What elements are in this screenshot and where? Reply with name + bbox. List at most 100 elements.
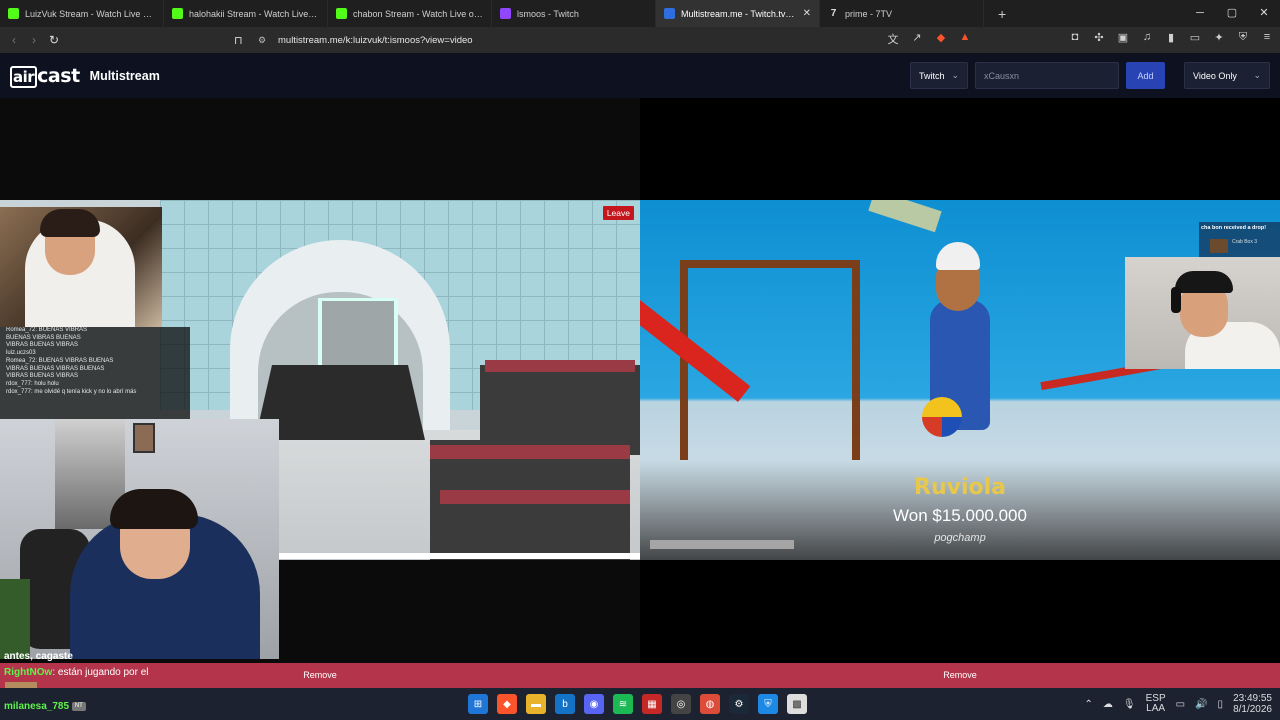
tab-title: halohakii Stream - Watch Live on Kick: [189, 8, 319, 19]
leave-button[interactable]: Leave: [602, 206, 634, 220]
battery-icon[interactable]: ▯: [1218, 699, 1224, 710]
windows-start-icon[interactable]: ⊞: [468, 694, 488, 714]
wallet-icon[interactable]: ▭: [1188, 31, 1202, 44]
browser-tab[interactable]: halohakii Stream - Watch Live on Kick: [164, 0, 328, 27]
browser-tab[interactable]: 7 prime - 7TV: [820, 0, 984, 27]
chat-line: rdox_777: holu holu: [6, 380, 59, 387]
brave-rewards-icon[interactable]: ▲: [958, 31, 972, 47]
system-tray: ⌃ ☁ 🎙 ESP LAA ▭ 🔊 ▯ 23:49:55 8/1/2026: [1085, 688, 1272, 720]
chat-line: BUENAS VIBRAS BUENAS: [6, 334, 81, 341]
clock[interactable]: 23:49:55 8/1/2026: [1233, 693, 1272, 715]
tab-title: chabon Stream - Watch Live on Kick: [353, 8, 483, 19]
webcam-overlay: [0, 419, 279, 659]
kick-icon: [336, 8, 347, 19]
minimize-icon[interactable]: ─: [1184, 0, 1216, 27]
stream-video-right[interactable]: cha bon received a drop! Crab Box 3 Ruvi…: [640, 200, 1280, 560]
window-controls: ─ ▢ ✕: [1184, 0, 1280, 27]
tab-title: LuizVuk Stream - Watch Live on Kick: [25, 8, 155, 19]
tab-title: Multistream.me - Twitch.tv / Kick: [681, 8, 797, 19]
steam-icon[interactable]: ⚙: [729, 694, 749, 714]
winner-name: Ruviola: [914, 475, 1006, 500]
screenshot-icon[interactable]: ▣: [1116, 31, 1130, 44]
spotify-icon[interactable]: ≋: [613, 694, 633, 714]
browser-tab-bar: LuizVuk Stream - Watch Live on Kick halo…: [0, 0, 1280, 27]
platform-select[interactable]: Twitch ⌄: [910, 62, 968, 89]
add-button[interactable]: Add: [1126, 62, 1165, 89]
video-progress-bar: [278, 553, 640, 559]
chat-message: milanesa_785 NT: [4, 701, 86, 712]
chevron-down-icon: ⌄: [951, 70, 959, 80]
leo-icon[interactable]: ✦: [1212, 31, 1226, 44]
menu-icon[interactable]: ≡: [1260, 31, 1274, 44]
browser-tab[interactable]: lsmoos - Twitch: [492, 0, 656, 27]
defender-icon[interactable]: ⛨: [758, 694, 778, 714]
microphone-icon[interactable]: 🎙: [1123, 699, 1136, 710]
vpn-icon[interactable]: ⛨: [1236, 31, 1250, 44]
close-window-icon[interactable]: ✕: [1248, 0, 1280, 27]
mattress: [440, 490, 630, 504]
beach-ball: [922, 397, 962, 437]
chat-message: RightNOw: están jugando por el: [4, 667, 149, 678]
share-icon[interactable]: ↗: [910, 31, 924, 47]
bookmark-icon[interactable]: ⊓: [234, 34, 243, 47]
taskbar: ⊞ ◆ ▬ b ◉ ≋ ▦ ◎ ◍ ⚙ ⛨ ▩ milanesa_785 NT …: [0, 688, 1280, 720]
webcam-overlay: [0, 207, 162, 327]
language-indicator[interactable]: ESP LAA: [1146, 694, 1166, 714]
chevron-up-icon[interactable]: ⌃: [1085, 699, 1093, 710]
back-icon[interactable]: ‹: [4, 33, 24, 47]
music-icon[interactable]: ♫: [1140, 31, 1154, 44]
emote-icon: NT: [71, 701, 86, 711]
close-tab-icon[interactable]: ✕: [803, 8, 811, 19]
ramp: [255, 365, 425, 440]
kick-icon: [8, 8, 19, 19]
tab-title: prime - 7TV: [845, 8, 893, 19]
volume-icon[interactable]: 🔊: [1195, 699, 1207, 710]
drop-sub: Crab Box 3: [1232, 239, 1258, 245]
display-icon[interactable]: ▭: [1176, 699, 1185, 710]
remove-bar: Remove Remove: [0, 663, 1280, 688]
address-actions: 文 ↗ ◆ ▲: [886, 31, 972, 47]
remove-button-right[interactable]: Remove: [640, 663, 1280, 688]
app-icon[interactable]: ▩: [787, 694, 807, 714]
sidebar-icon[interactable]: ▮: [1164, 31, 1178, 44]
puzzle-icon[interactable]: ✣: [1092, 31, 1106, 44]
app-header: air cast Multistream Twitch ⌄ xCausxn Add…: [0, 53, 1280, 98]
stream-chat-overlay: Romea_72: BUENAS VIBRAS BUENAS VIBRAS BU…: [0, 327, 190, 419]
address-bar: ‹ › ↻ ⊓ ⚙ multistream.me/k:luizvuk/t:ism…: [0, 27, 1280, 53]
browser-tab[interactable]: LuizVuk Stream - Watch Live on Kick: [0, 0, 164, 27]
crate-icon: [1210, 239, 1228, 253]
app-title: Multistream: [89, 68, 160, 83]
lit-door: [318, 298, 398, 368]
reload-icon[interactable]: ↻: [44, 33, 64, 47]
channel-input[interactable]: xCausxn: [975, 62, 1119, 89]
toolbar-icons: ◘ ✣ ▣ ♫ ▮ ▭ ✦ ⛨ ≡: [1068, 31, 1274, 44]
bing-icon[interactable]: b: [555, 694, 575, 714]
brave-shields-icon[interactable]: ◆: [934, 31, 948, 47]
folder-icon[interactable]: ▬: [526, 694, 546, 714]
site-info-icon[interactable]: ⚙: [258, 35, 278, 46]
view-select[interactable]: Video Only ⌄: [1184, 62, 1270, 89]
chat-line: VIBRAS BUENAS VIBRAS: [6, 342, 79, 349]
obs-icon[interactable]: ◎: [671, 694, 691, 714]
chrome-icon[interactable]: ◍: [700, 694, 720, 714]
logo[interactable]: air cast Multistream: [10, 65, 160, 88]
video-editor-icon[interactable]: ▦: [642, 694, 662, 714]
browser-tab[interactable]: chabon Stream - Watch Live on Kick: [328, 0, 492, 27]
webcam-overlay: [1125, 257, 1280, 369]
discord-icon[interactable]: ◉: [584, 694, 604, 714]
chat-line: luiz.uczs03: [6, 350, 36, 357]
taskbar-apps: ⊞ ◆ ▬ b ◉ ≋ ▦ ◎ ◍ ⚙ ⛨ ▩: [468, 694, 807, 714]
maximize-icon[interactable]: ▢: [1216, 0, 1248, 27]
forward-icon[interactable]: ›: [24, 33, 44, 47]
network-icon[interactable]: ☁: [1103, 699, 1113, 710]
brave-icon[interactable]: ◆: [497, 694, 517, 714]
translate-icon[interactable]: 文: [886, 31, 900, 47]
seventv-icon: 7: [830, 8, 837, 19]
extension-icon[interactable]: ◘: [1068, 31, 1082, 44]
video-scrub-bar: [650, 540, 794, 549]
aircast-logo: air cast: [10, 65, 80, 88]
mattress: [485, 360, 635, 372]
browser-tab-active[interactable]: Multistream.me - Twitch.tv / Kick ✕: [656, 0, 820, 27]
url-field[interactable]: ⚙ multistream.me/k:luizvuk/t:ismoos?view…: [258, 30, 978, 50]
new-tab-icon[interactable]: +: [998, 6, 1006, 22]
